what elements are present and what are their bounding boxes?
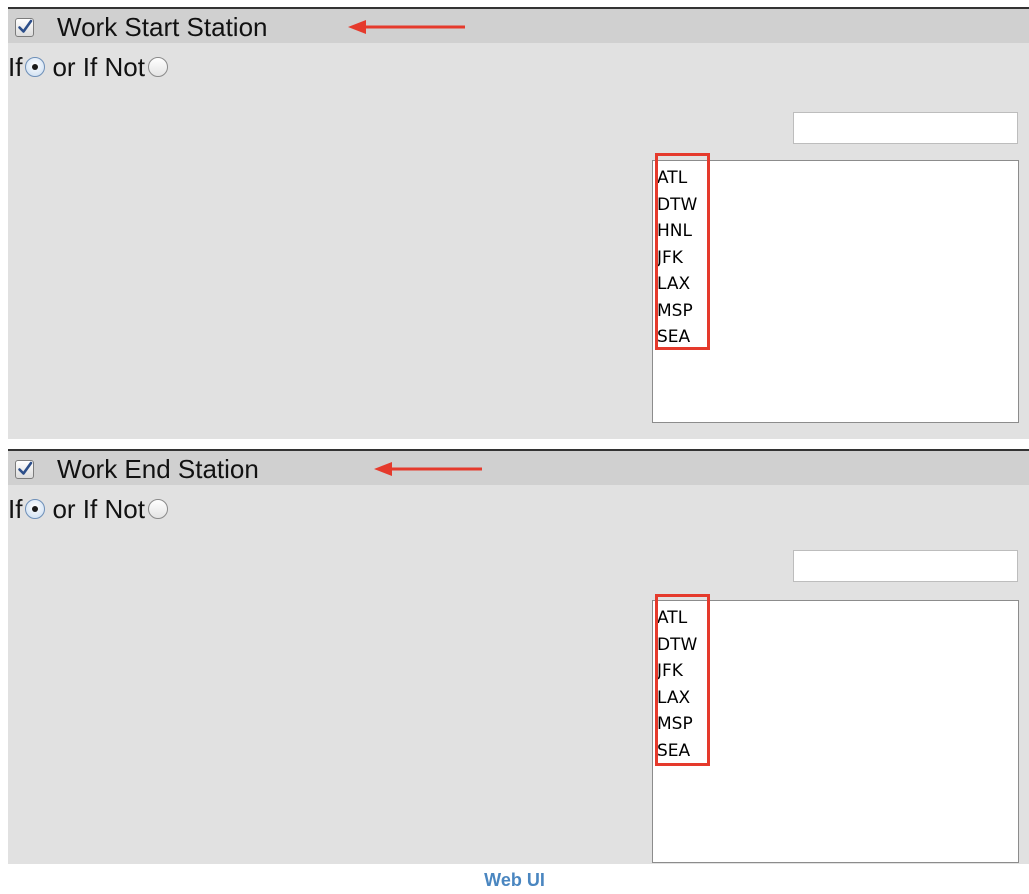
or-if-not-label: or If Not bbox=[52, 493, 145, 524]
annotation-highlight-box bbox=[655, 153, 710, 350]
work-start-station-checkbox[interactable] bbox=[15, 18, 34, 37]
work-start-station-section: Work Start Station If or If Not ATL DTW HNL… bbox=[8, 7, 1029, 439]
if-radio-button[interactable] bbox=[25, 499, 46, 520]
if-label: If bbox=[8, 493, 23, 524]
section-header: Work Start Station bbox=[8, 7, 1029, 43]
section-header: Work End Station bbox=[8, 449, 1029, 485]
left-arrow-annotation-icon bbox=[348, 20, 465, 34]
annotation-highlight-box bbox=[655, 594, 710, 766]
condition-row: If or If Not bbox=[8, 50, 175, 82]
work-end-station-checkbox[interactable] bbox=[15, 460, 34, 479]
checkmark-icon bbox=[18, 461, 33, 475]
if-label: If bbox=[8, 51, 23, 82]
station-filter-input[interactable] bbox=[793, 550, 1018, 582]
station-filter-input[interactable] bbox=[793, 112, 1018, 144]
if-not-radio-button[interactable] bbox=[147, 57, 168, 78]
condition-row: If or If Not bbox=[8, 492, 175, 524]
section-title: Work Start Station bbox=[57, 12, 268, 42]
left-arrow-annotation-icon bbox=[374, 462, 482, 476]
section-title: Work End Station bbox=[57, 454, 259, 484]
checkmark-icon bbox=[18, 19, 33, 33]
if-not-radio-button[interactable] bbox=[147, 499, 168, 520]
figure-caption: Web UI bbox=[484, 870, 545, 890]
if-radio-button[interactable] bbox=[25, 57, 46, 78]
work-end-station-section: Work End Station If or If Not ATL DTW JFK LA… bbox=[8, 449, 1029, 864]
or-if-not-label: or If Not bbox=[52, 51, 145, 82]
